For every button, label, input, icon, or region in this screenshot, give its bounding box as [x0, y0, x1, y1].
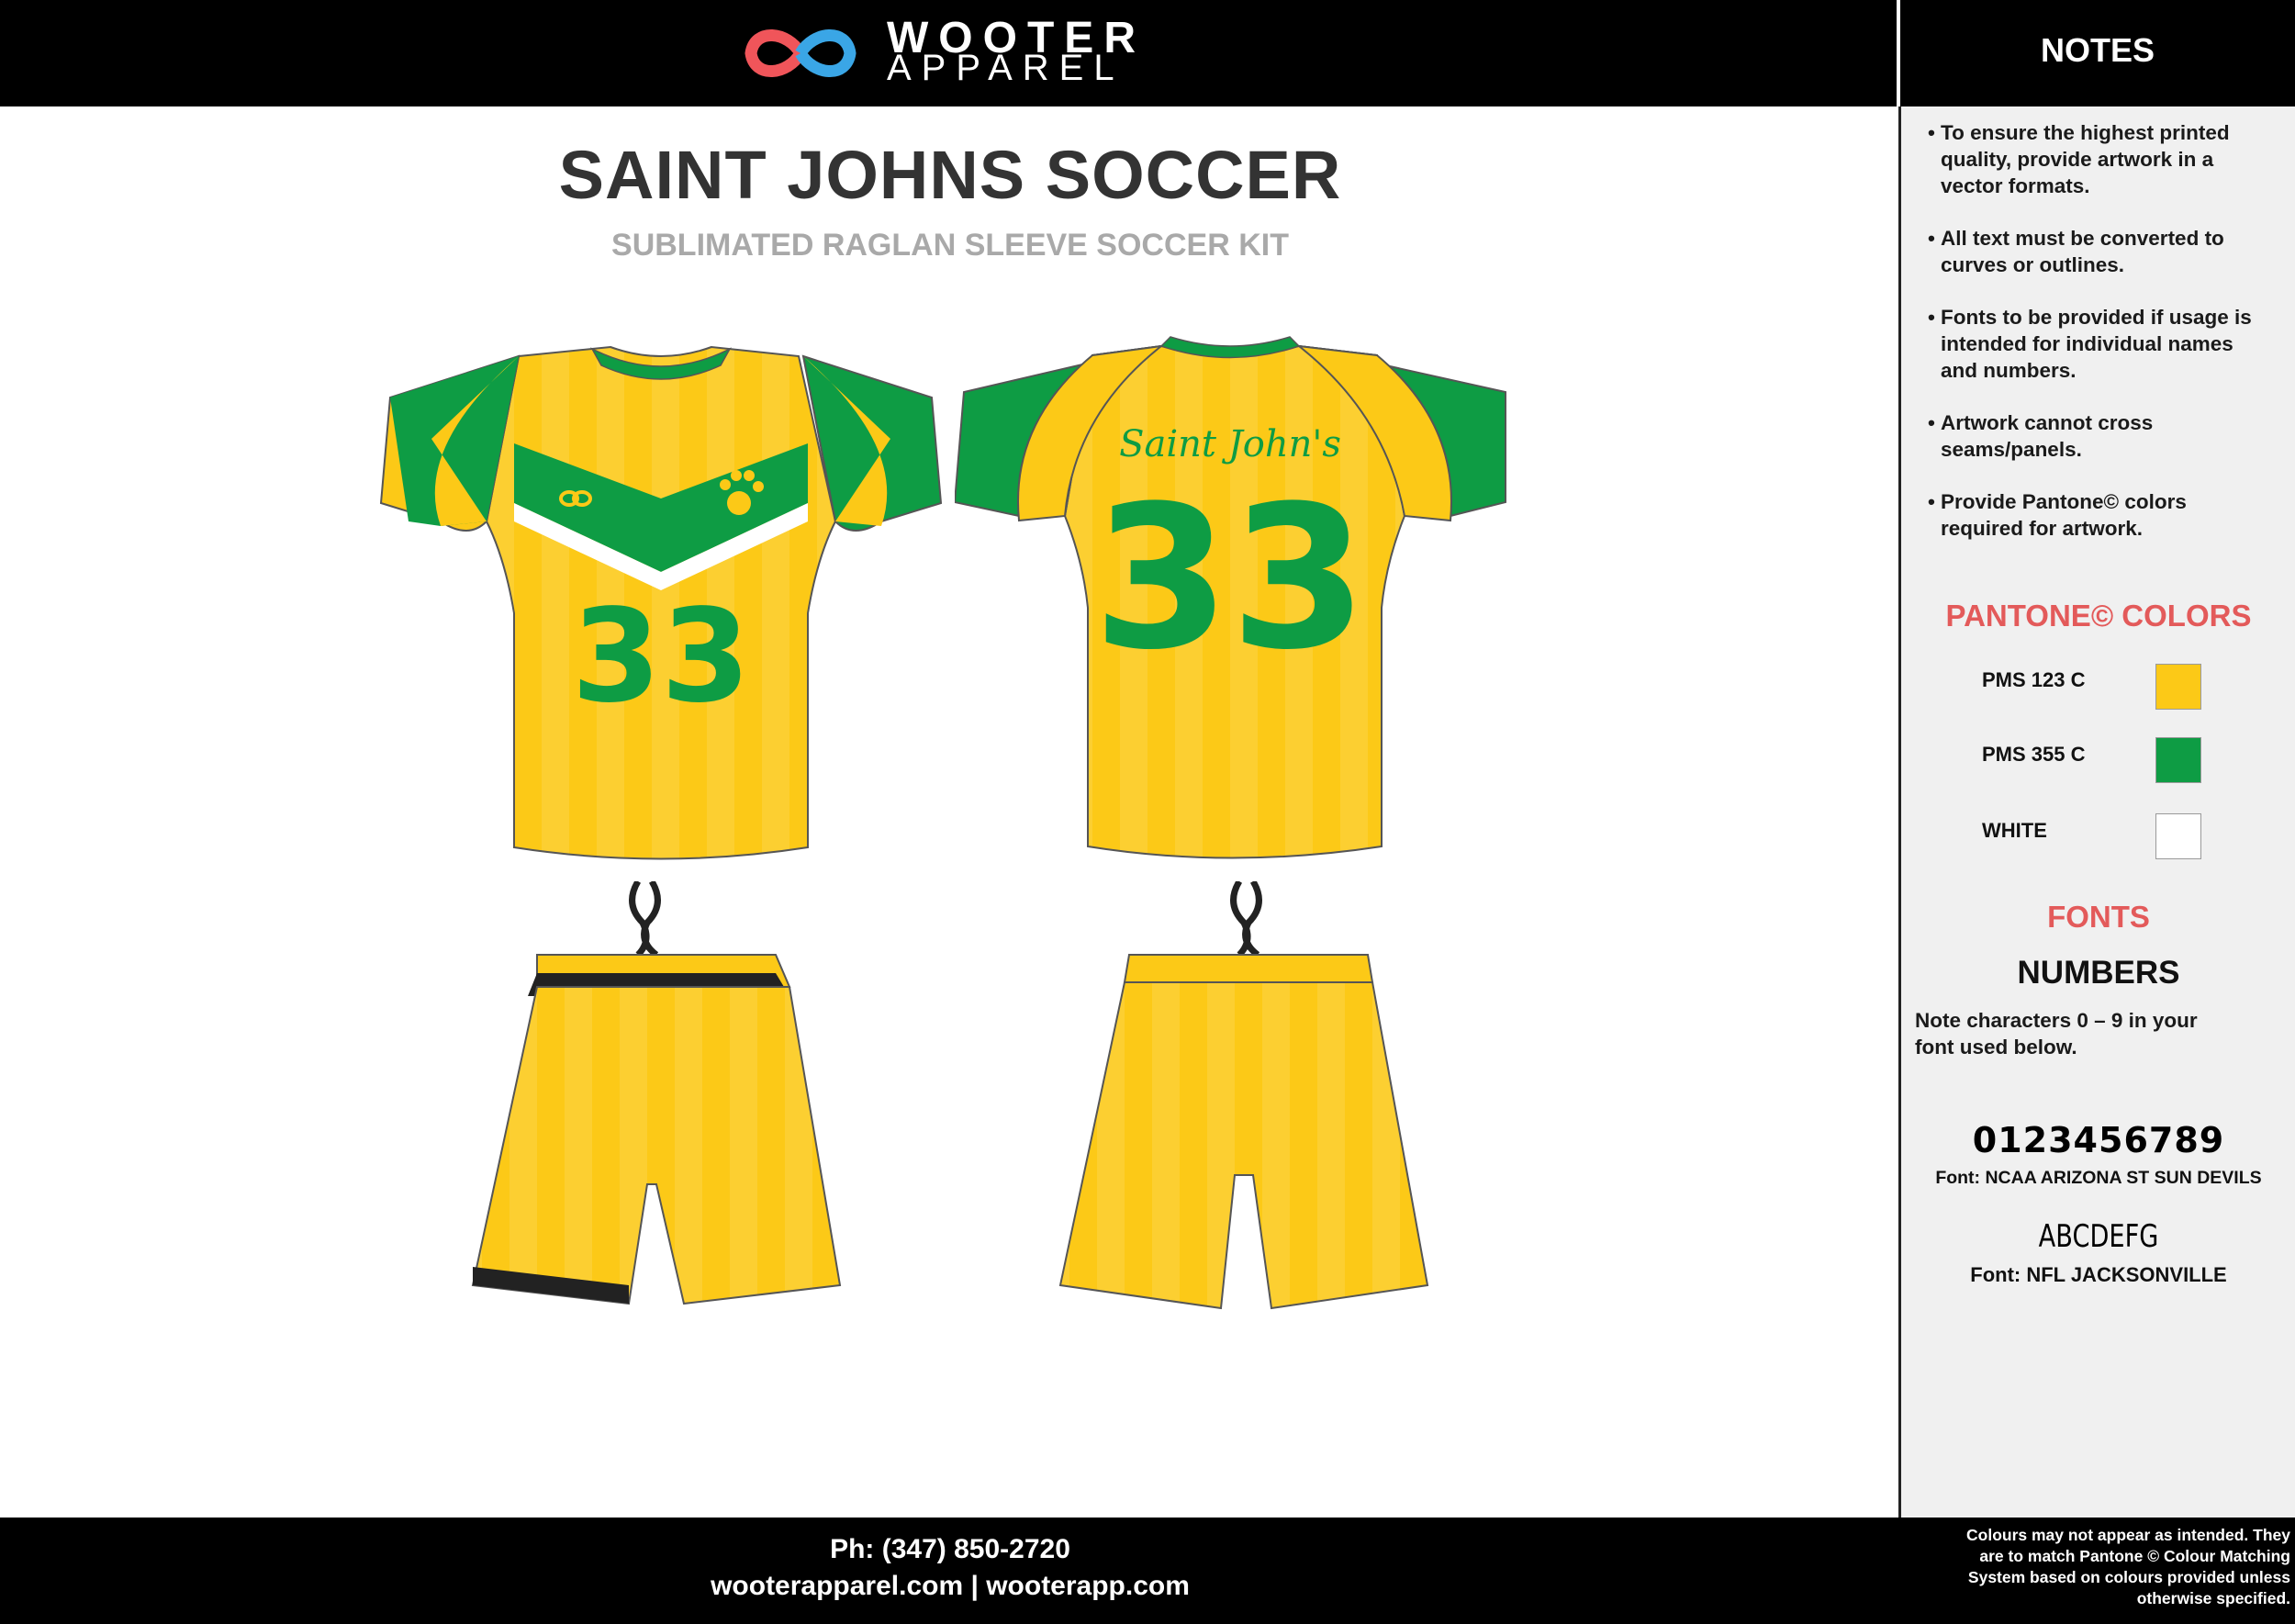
color-disclaimer: Colours may not appear as intended. They… — [1966, 1526, 2290, 1607]
pantone-label: PMS 123 C — [1982, 668, 2086, 691]
pantone-label: WHITE — [1982, 819, 2047, 842]
front-shorts — [471, 881, 842, 1305]
brand-name-bottom: APPAREL — [887, 48, 1125, 88]
pantone-swatch-yellow — [2155, 664, 2201, 710]
number-font-sample: 0123456789 — [1972, 1120, 2225, 1160]
numbers-heading: NUMBERS — [2017, 955, 2180, 991]
footer-bar: Ph: (347) 850-2720 wooterapparel.com | w… — [0, 1518, 2295, 1624]
note-item: • To ensure the highest printed quality,… — [1928, 121, 2230, 197]
numbers-note: Note characters 0 – 9 in your font used … — [1915, 1009, 2198, 1058]
pantone-title: PANTONE© COLORS — [1945, 599, 2252, 633]
wooter-logo-icon — [744, 29, 856, 77]
notes-heading: NOTES — [2040, 31, 2155, 69]
note-item: • Artwork cannot cross seams/panels. — [1928, 411, 2154, 461]
letter-font-sample: ABCDEFG — [2038, 1218, 2159, 1255]
note-item: • Provide Pantone© colors required for a… — [1928, 490, 2187, 540]
back-shorts — [1058, 881, 1429, 1310]
phone-number: Ph: (347) 850-2720 — [830, 1534, 1070, 1564]
note-item: • All text must be converted to curves o… — [1928, 227, 2224, 276]
header-bar: WOOTER APPAREL NOTES — [0, 0, 2295, 106]
website-links[interactable]: wooterapparel.com | wooterapp.com — [0, 1571, 1900, 1602]
pantone-swatch-green — [2155, 737, 2201, 783]
back-jersey: Saint John's 33 — [955, 336, 1506, 859]
number-font-name: Font: NCAA ARIZONA ST SUN DEVILS — [1935, 1168, 2262, 1188]
back-number: 33 — [1092, 463, 1367, 693]
pantone-label: PMS 355 C — [1982, 743, 2086, 766]
fonts-title: FONTS — [2047, 900, 2150, 934]
pantone-swatch-white — [2155, 813, 2201, 859]
front-jersey: 33 — [379, 345, 943, 860]
notes-list: • To ensure the highest printed quality,… — [1928, 119, 2286, 542]
page-subtitle: SUBLIMATED RAGLAN SLEEVE SOCCER KIT — [611, 228, 1289, 263]
header-divider — [1897, 0, 1900, 106]
back-name: Saint John's — [1119, 423, 1341, 465]
letter-font-name: Font: NFL JACKSONVILLE — [1970, 1263, 2227, 1286]
front-number: 33 — [572, 582, 751, 732]
page-title: SAINT JOHNS SOCCER — [558, 137, 1342, 213]
note-item: • Fonts to be provided if usage is inten… — [1928, 306, 2252, 382]
